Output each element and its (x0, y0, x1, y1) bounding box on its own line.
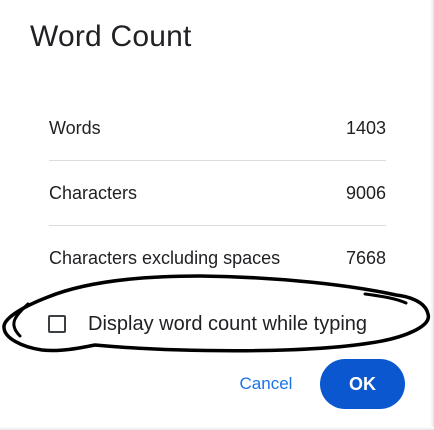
stat-row-words: Words 1403 (49, 96, 386, 161)
word-count-stats: Words 1403 Characters 9006 Characters ex… (49, 96, 386, 291)
stat-value-words: 1403 (345, 118, 386, 138)
dialog-title: Word Count (30, 20, 192, 53)
stat-label-words: Words (49, 118, 101, 138)
display-word-count-label[interactable]: Display word count while typing (88, 313, 367, 336)
stat-label-characters: Characters (49, 183, 138, 203)
stat-row-characters-excluding-spaces: Characters excluding spaces 7668 (49, 226, 386, 291)
ok-button[interactable]: OK (320, 359, 405, 409)
display-word-count-option[interactable]: Display word count while typing (48, 312, 367, 336)
stat-label-characters-excluding-spaces: Characters excluding spaces (49, 248, 281, 268)
word-count-dialog: Word Count Words 1403 Characters 9006 Ch… (0, 0, 434, 430)
stat-value-characters-excluding-spaces: 7668 (345, 248, 386, 268)
display-word-count-checkbox[interactable] (48, 315, 66, 333)
stat-value-characters: 9006 (345, 183, 386, 203)
stat-row-characters: Characters 9006 (49, 161, 386, 226)
cancel-button[interactable]: Cancel (222, 364, 310, 404)
dialog-edge-shadow (430, 0, 434, 430)
